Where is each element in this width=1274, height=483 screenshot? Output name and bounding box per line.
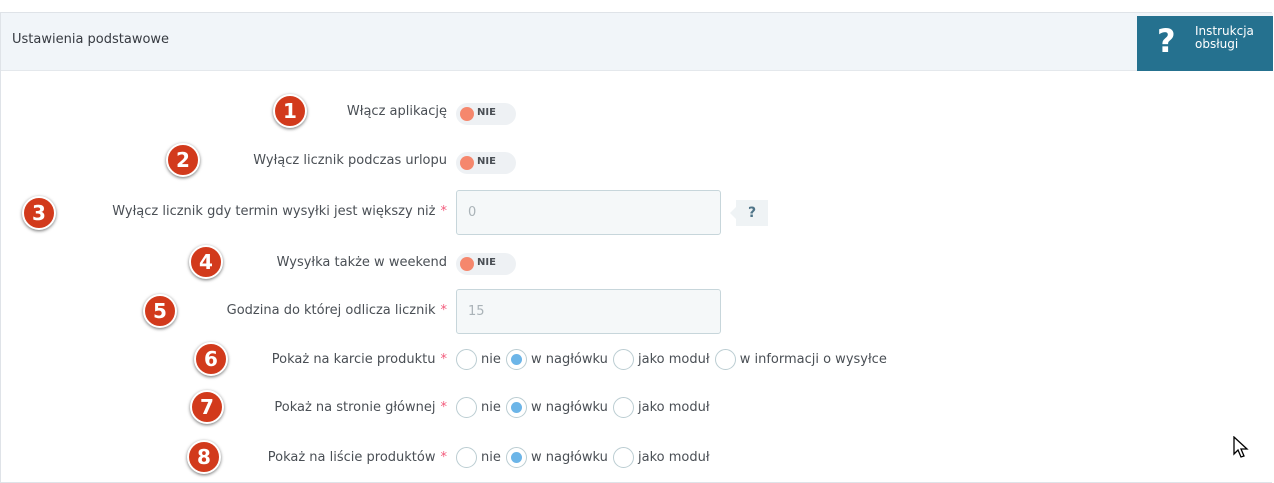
field-label: Wysyłka także w weekend <box>276 255 447 270</box>
toggle-knob <box>460 257 474 271</box>
field-label: Pokaż na stronie głównej * <box>274 400 447 415</box>
manual-label-line2: obsługi <box>1195 37 1239 51</box>
weekend-toggle[interactable]: NIE <box>456 253 516 275</box>
radio-w-naglowku[interactable] <box>506 349 527 370</box>
step-badge: 6 <box>194 342 228 376</box>
step-badge: 5 <box>143 294 177 328</box>
required-marker: * <box>440 303 448 318</box>
step-badge: 3 <box>22 196 56 230</box>
step-badge: 1 <box>273 94 307 128</box>
product-list-radio-group: nie w nagłówku jako moduł <box>456 447 711 471</box>
toggle-knob <box>460 156 474 170</box>
help-tooltip-button[interactable]: ? <box>730 200 768 226</box>
step-badge: 7 <box>190 390 224 424</box>
field-label: Wyłącz licznik gdy termin wysyłki jest w… <box>112 204 447 219</box>
question-icon: ? <box>1157 22 1176 60</box>
radio-nie[interactable] <box>456 349 477 370</box>
field-label: Pokaż na karcie produktu * <box>271 352 448 367</box>
toggle-state: NIE <box>477 107 496 118</box>
radio-jako-modul[interactable] <box>613 397 635 418</box>
required-marker: * <box>440 204 448 219</box>
required-marker: * <box>440 400 448 415</box>
radio-jako-modul[interactable] <box>613 349 635 370</box>
toggle-knob <box>460 107 474 121</box>
vacation-toggle[interactable]: NIE <box>456 152 516 174</box>
mouse-cursor-icon <box>1233 436 1249 458</box>
required-marker: * <box>440 352 448 367</box>
shipping-threshold-input[interactable]: 0 <box>456 190 721 235</box>
step-badge: 4 <box>189 245 223 279</box>
step-badge: 8 <box>187 440 221 474</box>
panel-title: Ustawienia podstawowe <box>12 32 170 47</box>
countdown-hour-input[interactable]: 15 <box>456 289 721 334</box>
manual-button[interactable]: ? Instrukcja obsługi <box>1137 16 1273 71</box>
step-badge: 2 <box>166 143 200 177</box>
radio-nie[interactable] <box>456 397 477 418</box>
product-page-radio-group: nie w nagłówku jako moduł w informacji o… <box>456 349 888 373</box>
field-label: Godzina do której odlicza licznik * <box>226 303 448 318</box>
field-label: Wyłącz licznik podczas urlopu <box>253 153 447 168</box>
field-label: Włącz aplikację <box>346 104 447 119</box>
required-marker: * <box>440 450 448 465</box>
radio-w-informacji-o-wysylce[interactable] <box>714 349 736 370</box>
enable-app-toggle[interactable]: NIE <box>456 103 516 125</box>
radio-nie[interactable] <box>456 447 477 468</box>
radio-w-naglowku[interactable] <box>506 397 527 418</box>
toggle-state: NIE <box>477 156 496 167</box>
panel-header: Ustawienia podstawowe ? Instrukcja obsłu… <box>1 13 1273 71</box>
homepage-radio-group: nie w nagłówku jako moduł <box>456 397 711 421</box>
toggle-state: NIE <box>477 257 496 268</box>
radio-w-naglowku[interactable] <box>506 447 527 468</box>
radio-jako-modul[interactable] <box>613 447 635 468</box>
field-label: Pokaż na liście produktów * <box>267 450 448 465</box>
